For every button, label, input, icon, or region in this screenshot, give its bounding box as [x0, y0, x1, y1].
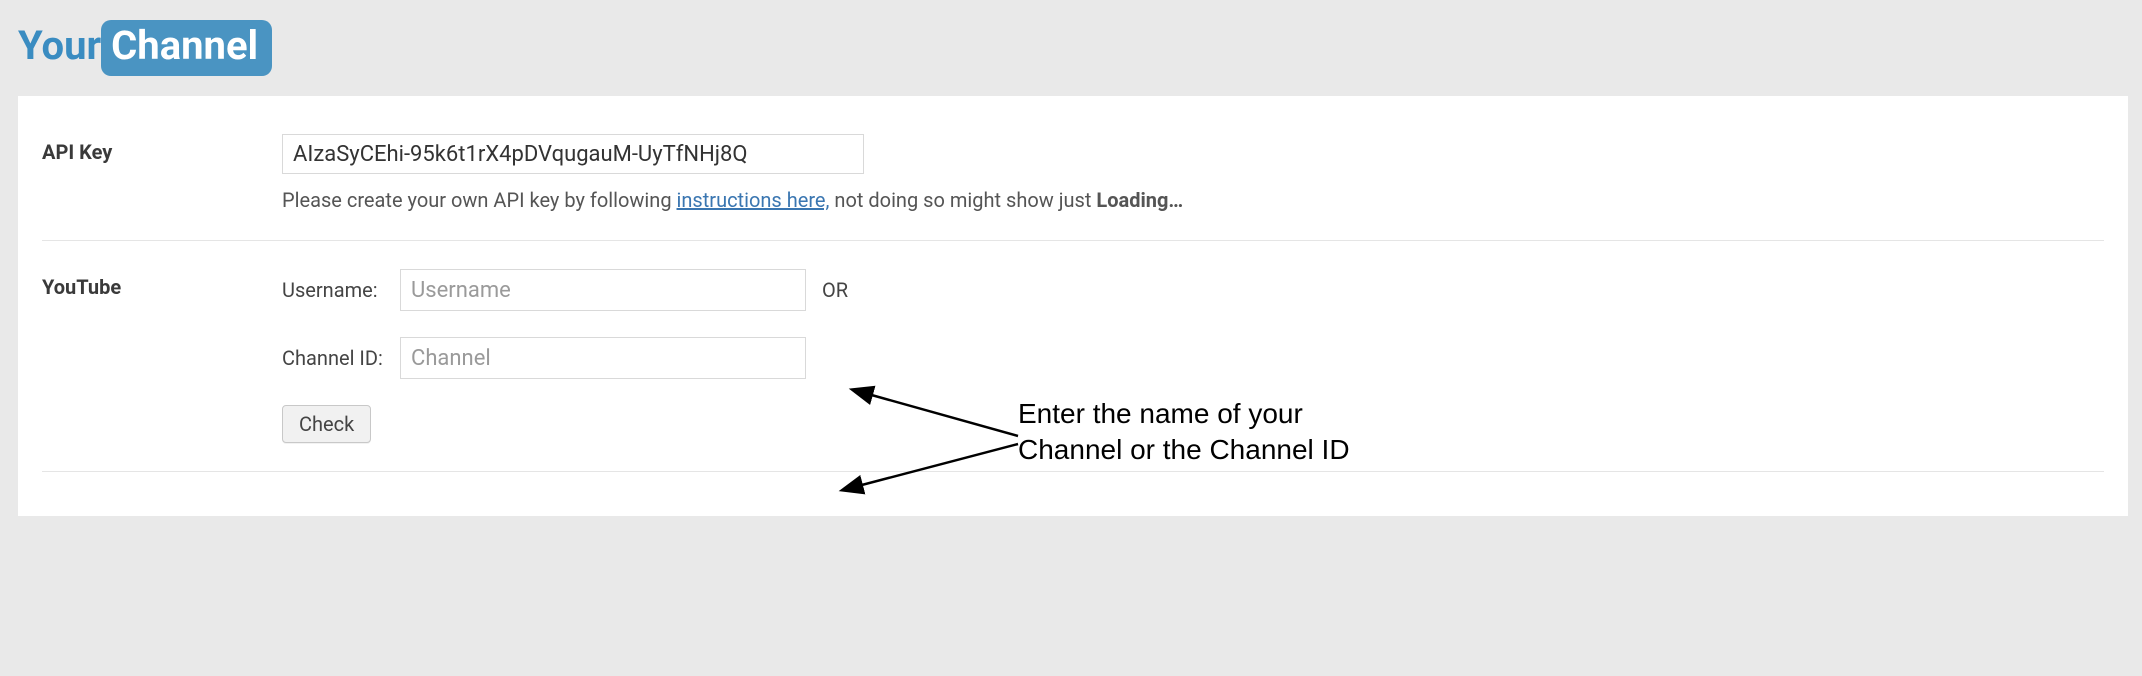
- help-prefix: Please create your own API key by follow…: [282, 188, 677, 212]
- annotation-line1: Enter the name of your: [1018, 396, 1350, 432]
- api-key-help: Please create your own API key by follow…: [282, 188, 2104, 212]
- annotation-arrows: [838, 376, 1038, 516]
- or-text: OR: [822, 278, 848, 302]
- channel-field-row: Channel ID:: [282, 337, 2104, 379]
- instructions-link[interactable]: instructions here,: [677, 188, 830, 212]
- annotation-line2: Channel or the Channel ID: [1018, 432, 1350, 468]
- api-key-input[interactable]: [282, 134, 864, 174]
- logo-your: Your: [18, 22, 101, 69]
- channel-id-input[interactable]: [400, 337, 806, 379]
- api-key-label: API Key: [42, 134, 282, 164]
- logo: YourChannel: [18, 20, 2142, 76]
- settings-panel: API Key Please create your own API key b…: [18, 96, 2128, 516]
- help-bold: Loading…: [1096, 188, 1183, 212]
- check-button[interactable]: Check: [282, 405, 371, 443]
- channel-id-label: Channel ID:: [282, 346, 390, 370]
- annotation-text: Enter the name of your Channel or the Ch…: [1018, 396, 1350, 469]
- youtube-label: YouTube: [42, 269, 282, 299]
- username-input[interactable]: [400, 269, 806, 311]
- api-key-row: API Key Please create your own API key b…: [42, 134, 2104, 241]
- help-middle: not doing so might show just: [829, 188, 1096, 212]
- username-label: Username:: [282, 278, 390, 302]
- username-field-row: Username: OR: [282, 269, 2104, 311]
- logo-channel: Channel: [101, 20, 272, 76]
